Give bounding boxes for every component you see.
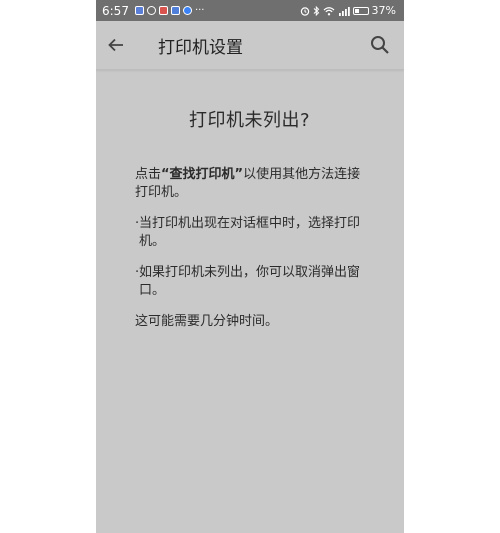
notification-chat-icon — [146, 6, 156, 15]
alarm-icon — [300, 6, 309, 16]
help-heading: 打印机未列出? — [188, 110, 311, 131]
notification-mail-icon — [158, 6, 168, 15]
help-content: 打印机未列出? 点击“查找打印机”以使用其他方法连接打印机。 · 当打印机出现在… — [96, 106, 404, 331]
notification-browser-icon — [182, 6, 192, 15]
phone-screen: 6:57 ··· 37% 打印机设置 打印机未列出? 点击“查找打印机”以使用其… — [96, 0, 404, 533]
battery-percent: 37% — [371, 4, 396, 17]
battery-icon — [352, 6, 369, 15]
status-time: 6:57 — [102, 3, 129, 18]
wifi-icon — [323, 6, 334, 15]
page-title: 打印机设置 — [158, 37, 243, 58]
app-bar: 打印机设置 — [96, 21, 404, 70]
search-button[interactable] — [364, 29, 396, 61]
search-icon — [371, 36, 389, 54]
notification-more-icon: ··· — [194, 5, 205, 16]
status-bar: 6:57 ··· 37% — [96, 0, 404, 21]
status-bar-left: 6:57 ··· — [102, 4, 205, 18]
notification-app-icon — [134, 6, 144, 15]
bullet-item: · 当打印机出现在对话框中时，选择打印机。 — [135, 215, 364, 251]
bullet-item: · 如果打印机未列出，你可以取消弹出窗口。 — [135, 264, 364, 300]
find-printer-instruction: 点击“查找打印机”以使用其他方法连接打印机。 — [135, 166, 364, 202]
bluetooth-icon — [313, 5, 319, 16]
time-notice: 这可能需要几分钟时间。 — [135, 314, 279, 329]
arrow-left-icon — [108, 38, 123, 52]
back-button[interactable] — [100, 29, 132, 61]
status-bar-right: 37% — [300, 4, 396, 17]
find-printer-link-text: “查找打印机” — [161, 167, 244, 182]
instruction-prefix: 点击 — [135, 167, 162, 182]
notification-calendar-icon — [170, 6, 180, 15]
bullet-text-cancel-popup: 如果打印机未列出，你可以取消弹出窗口。 — [139, 265, 361, 298]
battery-level — [354, 8, 359, 13]
bullet-text-select-printer: 当打印机出现在对话框中时，选择打印机。 — [139, 216, 361, 249]
signal-icon — [338, 6, 350, 16]
